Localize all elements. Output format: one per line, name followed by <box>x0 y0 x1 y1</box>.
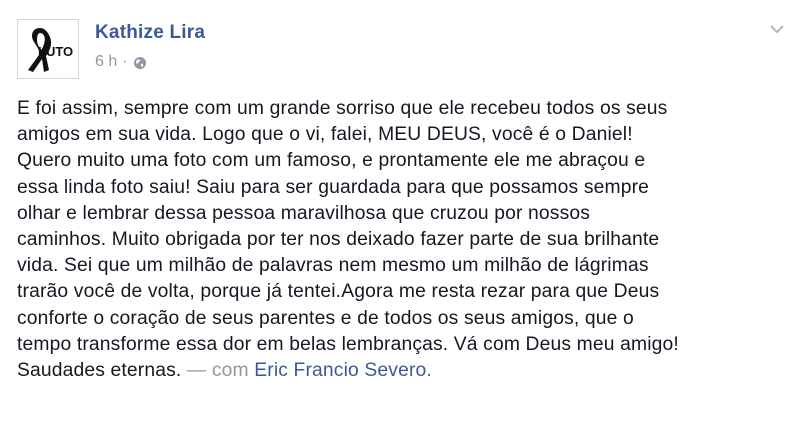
post-meta: 6 h · <box>95 53 147 71</box>
post-text-line: E foi assim, sempre com um grande sorris… <box>17 98 668 119</box>
post-text-line: trarão você de volta, porque já tentei.A… <box>17 281 660 303</box>
post-text-line: amigos em sua vida. Logo que o vi, falei… <box>17 124 633 146</box>
author-name[interactable]: Kathize Lira <box>95 22 205 44</box>
post-text-line: tempo transforme essa dor em belas lembr… <box>17 333 679 355</box>
post-text-last-line: Saudades eternas. — com Eric Francio Sev… <box>17 358 792 384</box>
post-text-line: conforte o coração de seus parentes e de… <box>17 307 634 329</box>
avatar-label: LUTO <box>38 44 73 59</box>
avatar[interactable]: LUTO <box>17 19 79 79</box>
tagged-person-link[interactable]: Eric Francio Severo. <box>254 360 432 381</box>
with-separator: — com <box>181 360 255 382</box>
timestamp[interactable]: 6 h <box>95 53 117 71</box>
post-text-line: Quero muito uma foto com um famoso, e pr… <box>17 150 646 172</box>
post-text-line: essa linda foto saiu! Saiu para ser guar… <box>17 176 650 198</box>
post-text-line: olhar e lembrar dessa pessoa maravilhosa… <box>17 202 591 224</box>
closing-text: Saudades eternas. <box>17 360 182 382</box>
globe-icon[interactable] <box>133 56 147 70</box>
post-text: E foi assim, sempre com um grande sorris… <box>17 96 792 384</box>
meta-separator: · <box>122 53 128 70</box>
post-text-line: vida. Sei que um milhão de palavras nem … <box>17 255 649 277</box>
facebook-post: LUTO Kathize Lira 6 h · E foi assim, sem… <box>0 0 799 423</box>
mourning-ribbon-icon: LUTO <box>28 28 73 72</box>
post-text-line: caminhos. Muito obrigada por ter nos dei… <box>17 229 660 251</box>
chevron-down-icon[interactable] <box>769 22 785 34</box>
